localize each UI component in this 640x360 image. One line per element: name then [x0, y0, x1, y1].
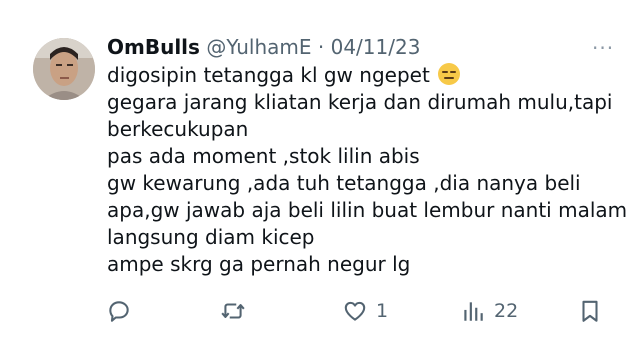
handle[interactable]: @YulhamE	[206, 35, 311, 59]
action-bar: 1 22	[0, 292, 640, 332]
views-button[interactable]: 22	[460, 298, 518, 324]
tweet-line: ampe skrg ga pernah negur lg	[107, 252, 411, 276]
tweet-text: digosipin tetangga kl gw ngepet gegara j…	[107, 62, 632, 278]
reply-icon	[109, 301, 129, 322]
tweet-line: pas ada moment ,stok lilin abis	[107, 144, 420, 168]
bookmark-icon	[582, 300, 598, 322]
bookmark-button[interactable]	[577, 298, 603, 324]
views-icon	[464, 302, 483, 321]
tweet-date[interactable]: 04/11/23	[331, 35, 421, 59]
display-name[interactable]: OmBulls	[107, 35, 200, 59]
views-count: 22	[494, 300, 519, 322]
retweet-icon	[221, 303, 245, 319]
like-button[interactable]: 1	[342, 298, 388, 324]
expressionless-face-emoji	[438, 63, 461, 85]
separator: ·	[317, 35, 325, 59]
tweet-line: gegara jarang kliatan kerja dan dirumah …	[107, 90, 613, 114]
tweet-line: berkecukupan	[107, 117, 249, 141]
tweet-card: OmBulls @YulhamE · 04/11/23 ··· digosipi…	[0, 0, 640, 360]
more-options-icon[interactable]: ···	[592, 36, 614, 60]
like-count: 1	[376, 300, 389, 322]
avatar[interactable]	[33, 38, 95, 100]
reply-button[interactable]	[106, 298, 132, 324]
tweet-line: apa,gw jawab aja beli lilin buat lembur …	[107, 198, 628, 222]
tweet-header: OmBulls @YulhamE · 04/11/23	[107, 35, 420, 59]
tweet-line-text: digosipin tetangga kl gw ngepet	[107, 63, 430, 87]
tweet-line: digosipin tetangga kl gw ngepet	[107, 62, 632, 89]
retweet-button[interactable]	[220, 298, 246, 324]
tweet-line: langsung diam kicep	[107, 225, 315, 249]
tweet-line: gw kewarung ,ada tuh tetangga ,dia nanya…	[107, 171, 581, 195]
heart-icon	[344, 301, 366, 321]
